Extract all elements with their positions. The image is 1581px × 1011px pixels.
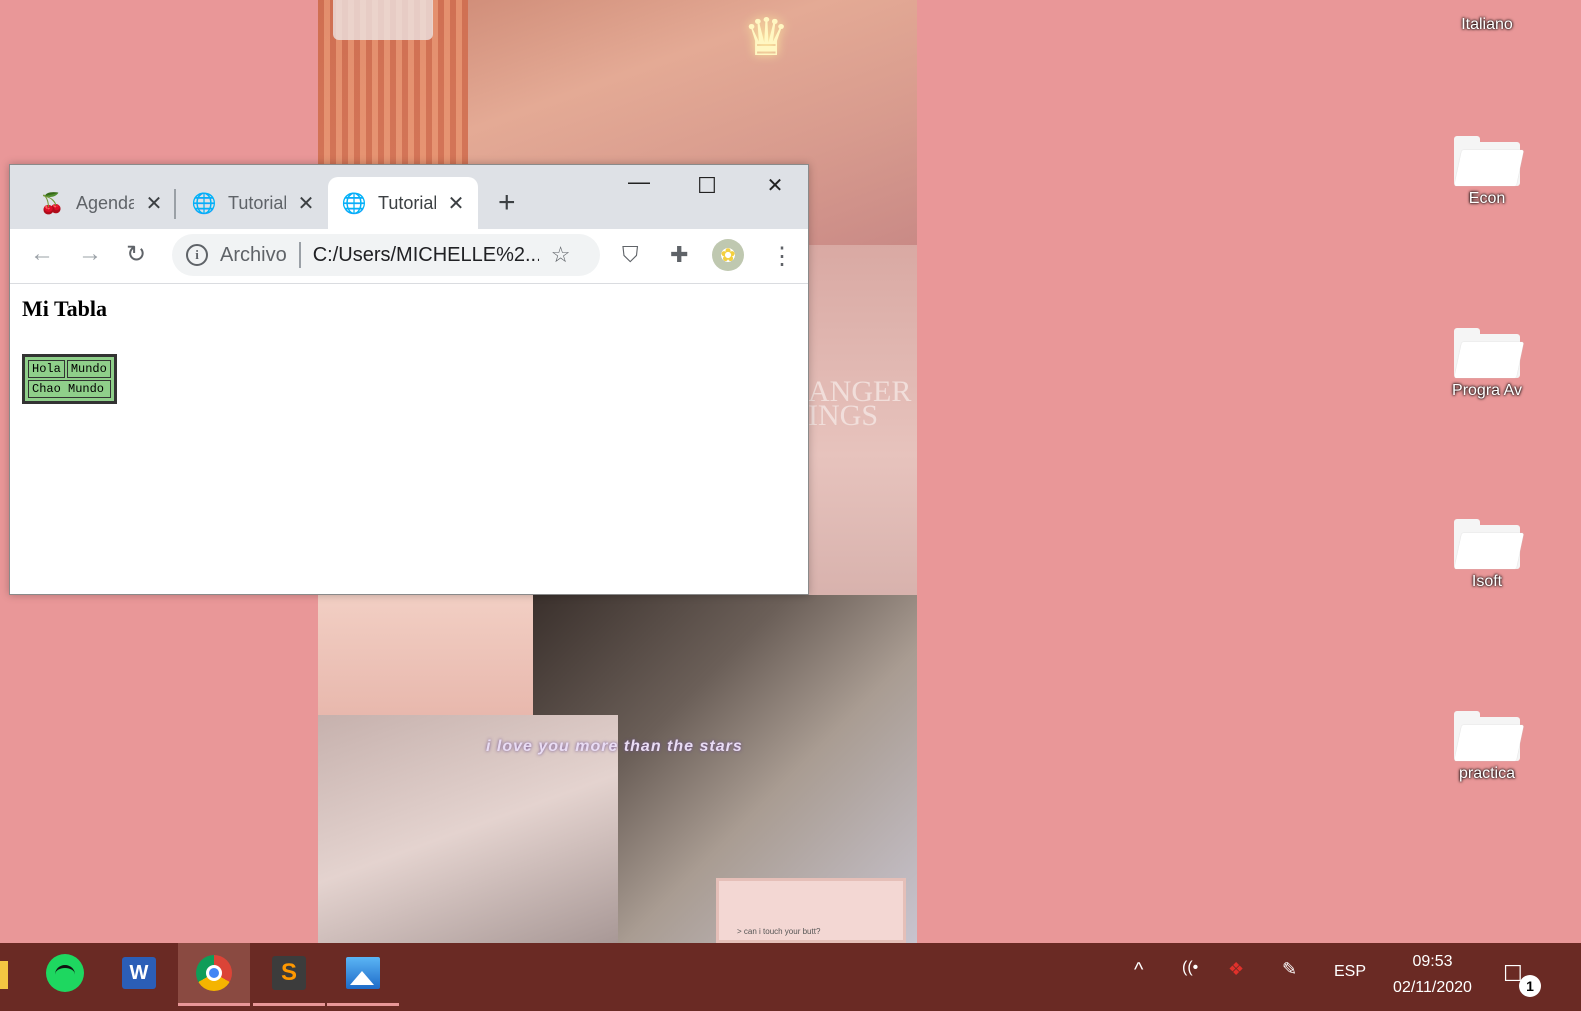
- address-scheme: Archivo: [220, 243, 287, 266]
- clock-time: 09:53: [1412, 953, 1453, 970]
- wallpaper-volume-widget: [333, 0, 433, 40]
- close-window-button[interactable]: ✕: [755, 173, 795, 198]
- desktop-label-italiano[interactable]: Italiano: [1437, 16, 1537, 34]
- taskbar-sublime[interactable]: S: [253, 943, 325, 1006]
- chrome-icon: [196, 955, 232, 991]
- tab-tutorial-active[interactable]: 🌐 Tutorial ✕: [328, 177, 478, 229]
- minimize-button[interactable]: —: [619, 169, 659, 195]
- wifi-icon[interactable]: ((•: [1182, 959, 1198, 977]
- desktop-folder-label: Econ: [1468, 190, 1506, 207]
- wallpaper-note-text: > can i touch your butt?: [737, 927, 821, 936]
- table-row: Chao Mundo: [28, 380, 111, 398]
- close-icon[interactable]: ✕: [144, 191, 164, 216]
- folder-icon: [1454, 709, 1524, 761]
- folder-icon: [1454, 134, 1524, 186]
- new-tab-button[interactable]: +: [498, 188, 516, 218]
- desktop-folder-label: practica: [1458, 765, 1516, 782]
- flower-icon: ✿: [720, 244, 736, 265]
- page-title: Mi Tabla: [22, 296, 107, 321]
- table-cell: Chao Mundo: [28, 380, 111, 398]
- html-table: Hola Mundo Chao Mundo: [22, 354, 117, 404]
- table-cell: Hola: [28, 360, 65, 378]
- desktop-folder-label: Progra Av: [1452, 382, 1522, 399]
- maximize-button[interactable]: ☐: [687, 173, 727, 199]
- wallpaper-poster-text: ANGER INGS: [808, 375, 912, 432]
- tab-tutorial-1[interactable]: 🌐 Tutorial ✕: [180, 177, 326, 229]
- notification-count-badge: 1: [1519, 975, 1541, 997]
- wallpaper-caption: i love you more than the stars: [486, 738, 743, 755]
- profile-avatar[interactable]: ✿: [712, 239, 744, 271]
- clock[interactable]: 09:53 02/11/2020: [1380, 949, 1485, 1001]
- dropbox-icon[interactable]: ❖: [1228, 959, 1244, 980]
- shield-icon[interactable]: ⛉: [622, 242, 639, 268]
- active-indicator: [178, 1003, 250, 1006]
- tab-label: Tutorial: [378, 192, 436, 213]
- word-icon: W: [122, 957, 156, 989]
- photos-icon: [346, 957, 380, 989]
- wallpaper-note-card: > can i touch your butt?: [716, 878, 906, 943]
- globe-icon: 🌐: [341, 192, 367, 215]
- sublime-icon: S: [272, 956, 306, 990]
- taskbar: W S ^ ((• ❖ ✎ ESP 09:53 02/11/2020 ☐ 1: [0, 943, 1581, 1011]
- folder-icon: [1454, 517, 1524, 569]
- address-url[interactable]: C:/Users/MICHELLE%2...: [313, 244, 539, 267]
- menu-kebab-icon[interactable]: ⋮: [770, 242, 794, 271]
- page-content: Mi Tabla Hola Mundo Chao Mundo: [10, 284, 808, 594]
- desktop-folder-practica[interactable]: practica: [1437, 709, 1537, 783]
- tab-strip: 🍒 Agenda ✕ 🌐 Tutorial ✕ 🌐 Tutorial ✕ + —…: [10, 165, 808, 229]
- tab-separator: [174, 189, 176, 219]
- pen-icon[interactable]: ✎: [1282, 959, 1297, 980]
- taskbar-photos[interactable]: [327, 943, 399, 1006]
- address-bar[interactable]: i Archivo C:/Users/MICHELLE%2... ☆: [172, 234, 600, 276]
- close-icon[interactable]: ✕: [296, 191, 316, 216]
- desktop-folder-isoft[interactable]: Isoft: [1437, 517, 1537, 591]
- back-arrow-icon[interactable]: ←: [30, 240, 54, 268]
- taskbar-spotify[interactable]: [29, 943, 101, 1003]
- table-row: Hola Mundo: [28, 360, 111, 378]
- table-cell: Mundo: [66, 360, 111, 378]
- show-hidden-icons-chevron-icon[interactable]: ^: [1134, 959, 1143, 982]
- browser-window: 🍒 Agenda ✕ 🌐 Tutorial ✕ 🌐 Tutorial ✕ + —…: [9, 164, 809, 595]
- extensions-puzzle-icon[interactable]: ✚: [670, 242, 688, 268]
- reload-icon[interactable]: ↻: [126, 240, 146, 269]
- running-indicator: [327, 1003, 399, 1006]
- close-icon[interactable]: ✕: [446, 191, 466, 216]
- file-explorer-icon[interactable]: [0, 961, 8, 989]
- cherry-icon: 🍒: [39, 192, 65, 215]
- bookmark-star-icon[interactable]: ☆: [551, 242, 571, 268]
- taskbar-word[interactable]: W: [103, 943, 175, 1003]
- tab-label: Tutorial: [228, 192, 286, 213]
- info-icon[interactable]: i: [186, 244, 208, 266]
- running-indicator: [253, 1003, 325, 1006]
- desktop-folder-econ[interactable]: Econ: [1437, 134, 1537, 208]
- spotify-icon: [46, 954, 84, 992]
- taskbar-chrome[interactable]: [178, 943, 250, 1006]
- forward-arrow-icon[interactable]: →: [78, 240, 102, 268]
- globe-icon: 🌐: [191, 192, 217, 215]
- desktop-folder-progra-av[interactable]: Progra Av: [1437, 326, 1537, 400]
- browser-toolbar: ← → ↻ i Archivo C:/Users/MICHELLE%2... ☆…: [10, 229, 808, 284]
- desktop-folder-label: Isoft: [1471, 573, 1503, 590]
- address-divider: [298, 242, 301, 268]
- language-indicator[interactable]: ESP: [1334, 963, 1366, 981]
- tab-agenda[interactable]: 🍒 Agenda ✕: [28, 177, 174, 229]
- tab-label: Agenda: [76, 192, 134, 213]
- wallpaper-lips: [318, 595, 533, 715]
- clock-date: 02/11/2020: [1393, 979, 1472, 996]
- folder-icon: [1454, 326, 1524, 378]
- crown-icon: ♛: [743, 9, 790, 67]
